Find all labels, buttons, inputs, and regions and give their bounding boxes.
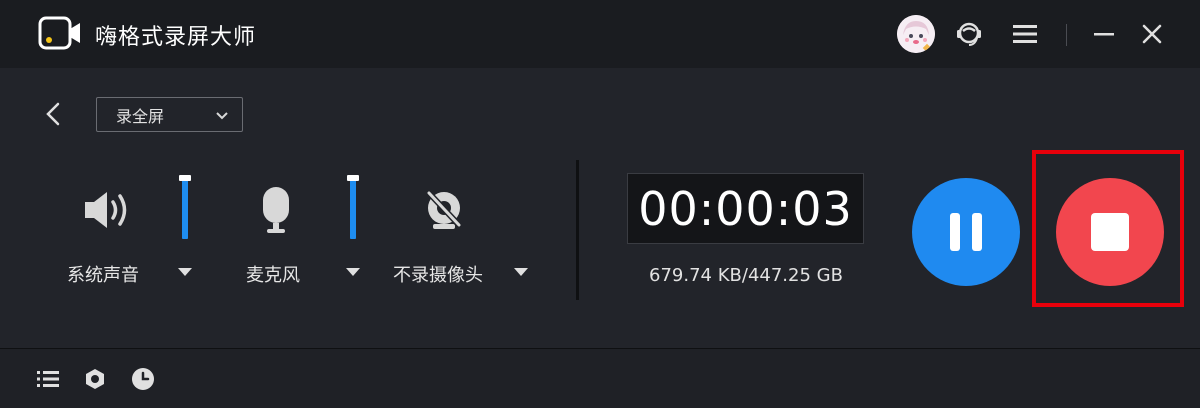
system-audio-volume-fill	[182, 179, 188, 239]
microphone-dropdown-icon[interactable]	[342, 262, 364, 282]
speaker-icon[interactable]	[78, 180, 138, 240]
app-title: 嗨格式录屏大师	[95, 25, 257, 50]
pause-button[interactable]	[912, 178, 1020, 286]
microphone-icon[interactable]	[246, 180, 306, 240]
stop-button[interactable]	[1056, 178, 1164, 286]
capture-mode-value: 录全屏	[116, 106, 165, 126]
close-icon[interactable]	[1136, 18, 1168, 50]
microphone-label: 麦克风	[246, 265, 300, 286]
microphone-volume-handle[interactable]	[347, 175, 359, 181]
microphone-volume-slider[interactable]	[347, 175, 359, 239]
system-audio-volume-slider[interactable]	[179, 175, 191, 239]
list-icon[interactable]	[35, 366, 61, 392]
panel-divider	[576, 160, 579, 300]
video-camera-icon	[38, 16, 80, 50]
system-audio-label: 系统声音	[67, 265, 139, 286]
minimize-icon[interactable]	[1088, 18, 1120, 50]
recording-timer: 00:00:03	[627, 173, 864, 244]
camera-off-icon[interactable]	[414, 180, 474, 240]
pause-icon	[950, 213, 960, 251]
hamburger-menu-icon[interactable]	[1009, 18, 1041, 50]
microphone-volume-fill	[350, 179, 356, 239]
bottom-bar	[0, 348, 1200, 408]
system-audio-dropdown-icon[interactable]	[174, 262, 196, 282]
capture-mode-select[interactable]: 录全屏	[96, 97, 243, 132]
clock-icon[interactable]	[130, 366, 156, 392]
user-avatar-icon[interactable]	[897, 15, 935, 53]
webcam-dropdown-icon[interactable]	[510, 262, 532, 282]
titlebar-divider	[1066, 24, 1067, 46]
chevron-down-icon	[216, 112, 228, 120]
file-size-readout: 679.74 KB/447.25 GB	[649, 265, 843, 286]
webcam-label: 不录摄像头	[393, 265, 483, 286]
system-audio-volume-handle[interactable]	[179, 175, 191, 181]
chevron-left-icon[interactable]	[40, 100, 68, 128]
stop-icon	[1091, 213, 1129, 251]
hexagon-settings-icon[interactable]	[82, 366, 108, 392]
customer-service-icon[interactable]	[953, 18, 985, 50]
